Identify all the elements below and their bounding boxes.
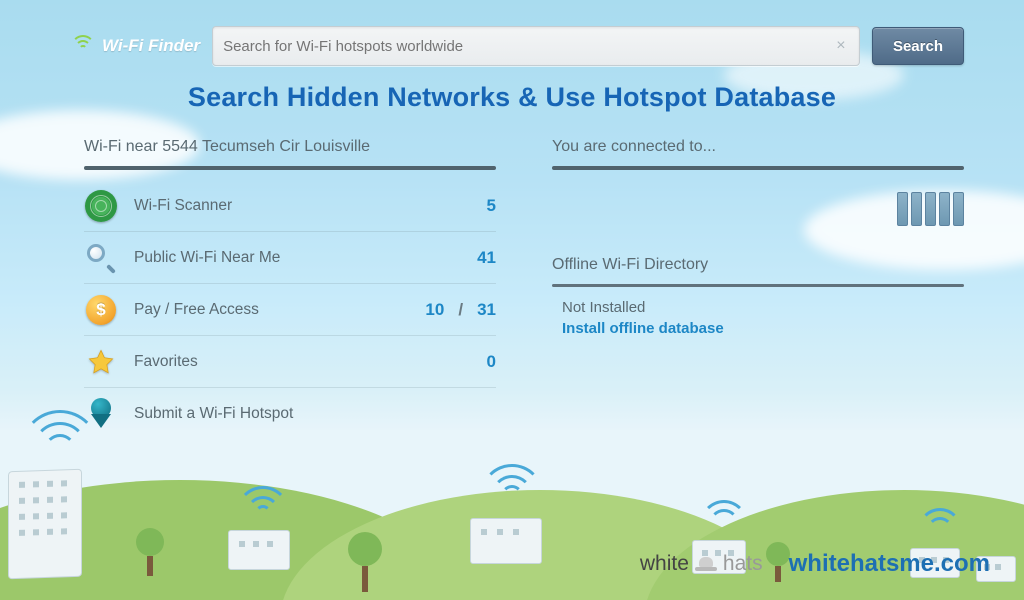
divider <box>552 166 964 170</box>
building-decor <box>8 469 82 580</box>
divider <box>84 166 496 170</box>
search-icon <box>84 241 118 275</box>
row-payfree[interactable]: $ Pay / Free Access 10 / 31 <box>84 284 496 336</box>
signal-bars-icon <box>552 192 964 226</box>
whitehats-logo: white hats <box>640 552 763 576</box>
row-label: Submit a Wi-Fi Hotspot <box>134 405 496 423</box>
tree-decor <box>348 532 382 592</box>
offline-status: Not Installed <box>562 299 964 316</box>
clear-icon[interactable]: × <box>833 38 849 54</box>
main-panels: Wi-Fi near 5544 Tecumseh Cir Louisville … <box>84 138 964 440</box>
wifi-wave-icon <box>236 486 290 520</box>
brand-part1: white <box>640 552 689 576</box>
wifi-wave-icon <box>480 464 544 504</box>
row-label: Favorites <box>134 353 454 371</box>
row-label: Public Wi-Fi Near Me <box>134 249 454 267</box>
row-nearme[interactable]: Public Wi-Fi Near Me 41 <box>84 232 496 284</box>
connected-title: You are connected to... <box>552 138 964 156</box>
building-decor <box>470 518 542 564</box>
site-url[interactable]: whitehatsme.com <box>789 550 990 578</box>
row-submit[interactable]: Submit a Wi-Fi Hotspot <box>84 388 496 440</box>
header: Wi-Fi Finder × Search <box>70 20 964 72</box>
divider <box>552 284 964 287</box>
row-label: Wi-Fi Scanner <box>134 197 454 215</box>
wifi-wave-icon <box>918 508 962 536</box>
left-section-title: Wi-Fi near 5544 Tecumseh Cir Louisville <box>84 138 496 156</box>
app-logo-text: Wi-Fi Finder <box>102 36 200 56</box>
row-pair-value: 10 / 31 <box>425 300 496 320</box>
brand-part2: hats <box>723 552 763 576</box>
coin-icon: $ <box>84 293 118 327</box>
row-label: Pay / Free Access <box>134 301 409 319</box>
wifi-icon <box>70 35 96 57</box>
wifi-wave-icon <box>700 500 748 530</box>
free-value: 31 <box>477 300 496 320</box>
star-icon <box>84 345 118 379</box>
offline-title: Offline Wi-Fi Directory <box>552 256 964 274</box>
search-button[interactable]: Search <box>872 27 964 65</box>
tree-decor <box>136 528 164 576</box>
footer: white hats whitehatsme.com <box>640 550 990 578</box>
hat-icon <box>695 557 717 571</box>
row-value: 5 <box>470 196 496 216</box>
search-input[interactable] <box>223 38 833 55</box>
left-pane: Wi-Fi near 5544 Tecumseh Cir Louisville … <box>84 138 496 440</box>
offline-section: Offline Wi-Fi Directory Not Installed In… <box>552 256 964 337</box>
wifi-list: Wi-Fi Scanner 5 Public Wi-Fi Near Me 41 … <box>84 180 496 440</box>
building-decor <box>228 530 290 570</box>
radar-icon <box>84 189 118 223</box>
pay-value: 10 <box>425 300 444 320</box>
page-headline: Search Hidden Networks & Use Hotspot Dat… <box>0 82 1024 113</box>
install-offline-link[interactable]: Install offline database <box>562 320 964 337</box>
search-field-wrap[interactable]: × <box>212 26 860 66</box>
row-value: 41 <box>470 248 496 268</box>
pair-separator: / <box>458 300 463 320</box>
row-scanner[interactable]: Wi-Fi Scanner 5 <box>84 180 496 232</box>
app-logo: Wi-Fi Finder <box>70 35 200 57</box>
pin-icon <box>84 397 118 431</box>
connected-section: You are connected to... <box>552 138 964 226</box>
row-favorites[interactable]: Favorites 0 <box>84 336 496 388</box>
right-pane: You are connected to... Offline Wi-Fi Di… <box>552 138 964 440</box>
row-value: 0 <box>470 352 496 372</box>
